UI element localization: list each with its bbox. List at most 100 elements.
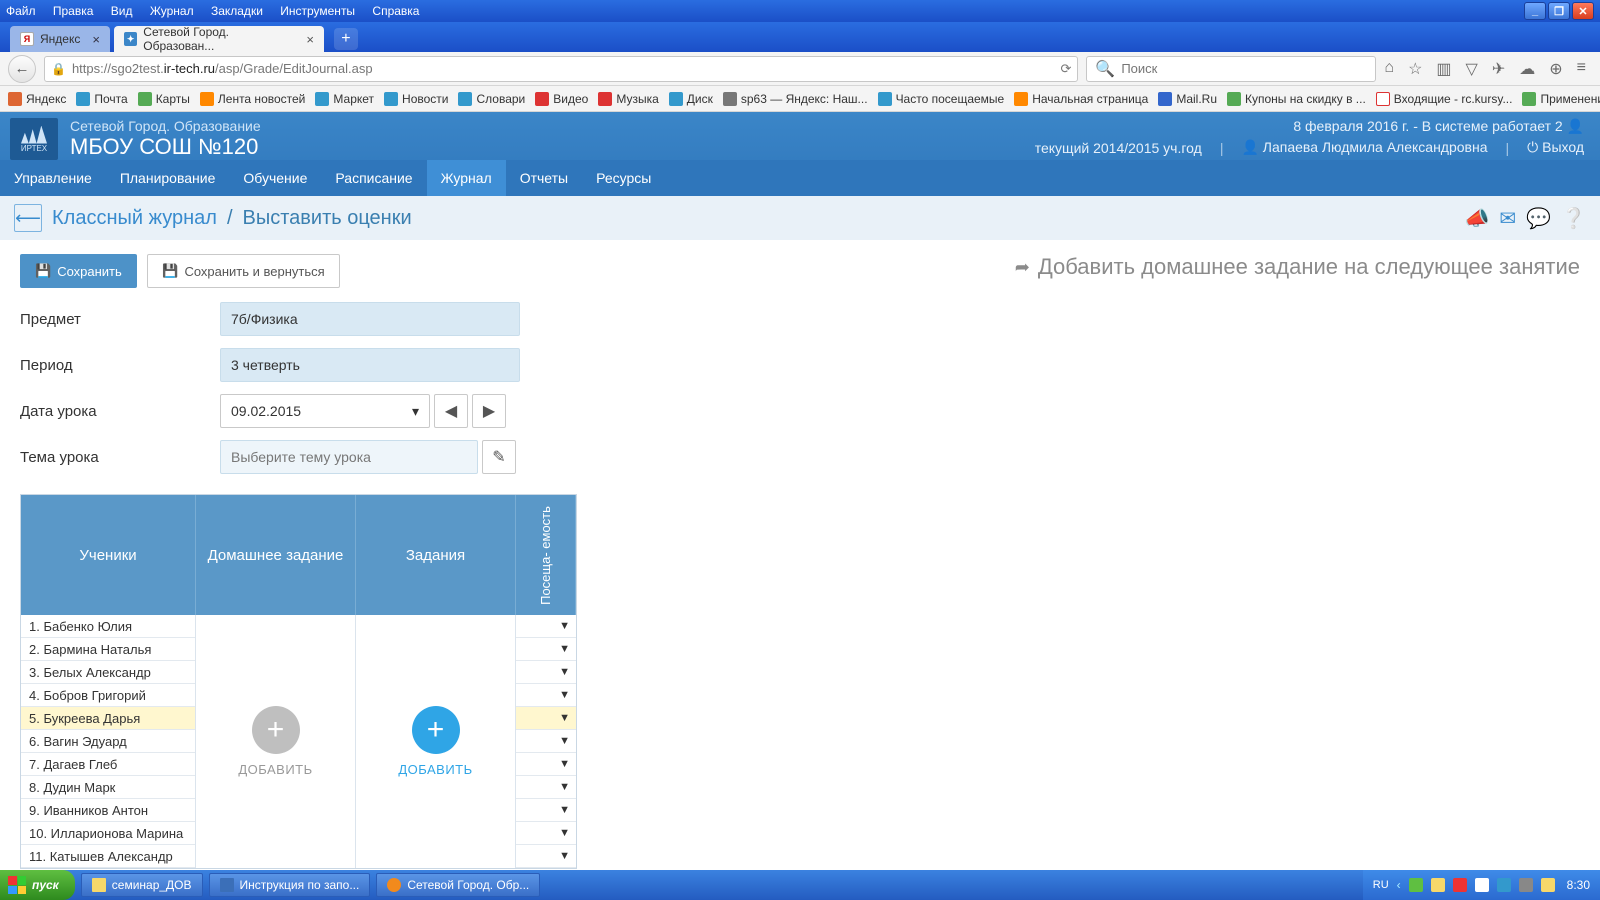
attendance-cell[interactable]: ▼ bbox=[516, 638, 576, 661]
tray-icon[interactable] bbox=[1431, 878, 1445, 892]
student-row[interactable]: 6. Вагин Эдуард bbox=[21, 730, 195, 753]
nav-schedule[interactable]: Расписание bbox=[321, 160, 426, 196]
student-row[interactable]: 9. Иванников Антон bbox=[21, 799, 195, 822]
window-minimize[interactable]: _ bbox=[1524, 2, 1546, 20]
back-button[interactable]: ⟵ bbox=[14, 204, 42, 232]
send-icon[interactable]: ✈ bbox=[1492, 59, 1505, 79]
bookmark-item[interactable]: Видео bbox=[535, 92, 588, 106]
nav-planning[interactable]: Планирование bbox=[106, 160, 230, 196]
hamburger-icon[interactable]: ≡ bbox=[1577, 59, 1586, 79]
bookmark-item[interactable]: Диск bbox=[669, 92, 713, 106]
pocket-icon[interactable]: ▽ bbox=[1466, 59, 1478, 79]
tray-icon[interactable] bbox=[1475, 878, 1489, 892]
announce-icon[interactable]: 📣 bbox=[1465, 206, 1490, 231]
attendance-cell[interactable]: ▼ bbox=[516, 799, 576, 822]
edit-theme-button[interactable]: ✎ bbox=[482, 440, 516, 474]
tray-icon[interactable] bbox=[1497, 878, 1511, 892]
nav-back-button[interactable]: ← bbox=[8, 55, 36, 83]
bookmark-item[interactable]: Входящие - rc.kursy... bbox=[1376, 92, 1513, 106]
menu-bookmarks[interactable]: Закладки bbox=[211, 4, 263, 18]
close-icon[interactable]: × bbox=[92, 32, 100, 47]
breadcrumb-parent[interactable]: Классный журнал bbox=[52, 207, 217, 230]
student-row[interactable]: 3. Белых Александр bbox=[21, 661, 195, 684]
bookmark-item[interactable]: Музыка bbox=[598, 92, 658, 106]
search-input[interactable] bbox=[1121, 61, 1367, 76]
attendance-cell[interactable]: ▼ bbox=[516, 615, 576, 638]
nav-resources[interactable]: Ресурсы bbox=[582, 160, 665, 196]
bookmark-item[interactable]: Mail.Ru bbox=[1158, 92, 1217, 106]
bookmark-item[interactable]: Новости bbox=[384, 92, 448, 106]
save-button[interactable]: 💾 Сохранить bbox=[20, 254, 137, 288]
tab-sgo[interactable]: ✦ Сетевой Город. Образован... × bbox=[114, 26, 324, 52]
bookmark-item[interactable]: Словари bbox=[458, 92, 525, 106]
help-icon[interactable]: ❔ bbox=[1561, 206, 1586, 231]
bookmark-item[interactable]: Часто посещаемые bbox=[878, 92, 1005, 106]
taskbar-item-folder[interactable]: семинар_ДОВ bbox=[81, 873, 203, 897]
user-name[interactable]: 👤 Лапаева Людмила Александровна bbox=[1241, 139, 1487, 156]
forum-icon[interactable]: 💬 bbox=[1526, 206, 1551, 231]
new-tab-button[interactable]: + bbox=[334, 28, 358, 50]
bookmark-item[interactable]: Почта bbox=[76, 92, 127, 106]
menu-tools[interactable]: Инструменты bbox=[280, 4, 355, 18]
mail-icon[interactable]: ✉ bbox=[1499, 206, 1516, 231]
bookmark-item[interactable]: Карты bbox=[138, 92, 190, 106]
student-row[interactable]: 4. Бобров Григорий bbox=[21, 684, 195, 707]
menu-view[interactable]: Вид bbox=[111, 4, 133, 18]
student-row[interactable]: 8. Дудин Марк bbox=[21, 776, 195, 799]
save-and-back-button[interactable]: 💾 Сохранить и вернуться bbox=[147, 254, 339, 288]
attendance-cell[interactable]: ▼ bbox=[516, 776, 576, 799]
home-icon[interactable]: ⌂ bbox=[1384, 59, 1394, 79]
attendance-cell[interactable]: ▼ bbox=[516, 707, 576, 730]
attendance-cell[interactable]: ▼ bbox=[516, 661, 576, 684]
reload-icon[interactable]: ⟳ bbox=[1060, 61, 1071, 77]
bookmark-item[interactable]: Яндекс bbox=[8, 92, 66, 106]
student-row[interactable]: 10. Илларионова Марина bbox=[21, 822, 195, 845]
menu-file[interactable]: Файл bbox=[6, 4, 36, 18]
close-icon[interactable]: × bbox=[306, 32, 314, 47]
tray-icon[interactable] bbox=[1409, 878, 1423, 892]
clock[interactable]: 8:30 bbox=[1567, 878, 1590, 892]
theme-field[interactable]: Выберите тему урока bbox=[220, 440, 478, 474]
url-box[interactable]: 🔒 https://sgo2test.ir-tech.ru/asp/Grade/… bbox=[44, 56, 1078, 82]
language-indicator[interactable]: RU bbox=[1373, 879, 1389, 891]
attendance-cell[interactable]: ▼ bbox=[516, 822, 576, 845]
nav-reports[interactable]: Отчеты bbox=[506, 160, 582, 196]
prev-date-button[interactable]: ◀ bbox=[434, 394, 468, 428]
tray-icon[interactable] bbox=[1519, 878, 1533, 892]
menu-history[interactable]: Журнал bbox=[150, 4, 194, 18]
favorite-icon[interactable]: ☆ bbox=[1408, 59, 1422, 79]
menu-help[interactable]: Справка bbox=[372, 4, 419, 18]
attendance-cell[interactable]: ▼ bbox=[516, 730, 576, 753]
add-homework-column[interactable]: + ДОБАВИТЬ bbox=[196, 615, 356, 868]
add-homework-link[interactable]: ➦ Добавить домашнее задание на следующее… bbox=[1015, 254, 1580, 280]
search-box[interactable]: 🔍 bbox=[1086, 56, 1376, 82]
tray-icon[interactable] bbox=[1541, 878, 1555, 892]
taskbar-item-word[interactable]: Инструкция по запо... bbox=[209, 873, 371, 897]
add-task-column[interactable]: + ДОБАВИТЬ bbox=[356, 615, 516, 868]
bookmark-item[interactable]: Лента новостей bbox=[200, 92, 306, 106]
nav-journal[interactable]: Журнал bbox=[427, 160, 506, 196]
nav-teaching[interactable]: Обучение bbox=[229, 160, 321, 196]
next-date-button[interactable]: ▶ bbox=[472, 394, 506, 428]
start-button[interactable]: пуск bbox=[0, 870, 75, 900]
bookmark-item[interactable]: Начальная страница bbox=[1014, 92, 1148, 106]
menu-edit[interactable]: Правка bbox=[53, 4, 94, 18]
student-row[interactable]: 5. Букреева Дарья bbox=[21, 707, 195, 730]
taskbar-item-firefox[interactable]: Сетевой Город. Обр... bbox=[376, 873, 540, 897]
student-row[interactable]: 11. Катышев Александр bbox=[21, 845, 195, 868]
student-row[interactable]: 1. Бабенко Юлия bbox=[21, 615, 195, 638]
chat-icon[interactable]: ☁ bbox=[1519, 59, 1535, 79]
attendance-cell[interactable]: ▼ bbox=[516, 684, 576, 707]
addon-icon[interactable]: ⊕ bbox=[1549, 59, 1562, 79]
nav-management[interactable]: Управление bbox=[0, 160, 106, 196]
date-select[interactable]: 09.02.2015▾ bbox=[220, 394, 430, 428]
bookmark-item[interactable]: Маркет bbox=[315, 92, 374, 106]
attendance-cell[interactable]: ▼ bbox=[516, 753, 576, 776]
window-close[interactable]: ✕ bbox=[1572, 2, 1594, 20]
library-icon[interactable]: ▥ bbox=[1436, 59, 1451, 79]
logout-link[interactable]: ⏻ Выход bbox=[1527, 139, 1584, 156]
student-row[interactable]: 7. Дагаев Глеб bbox=[21, 753, 195, 776]
bookmark-item[interactable]: Купоны на скидку в ... bbox=[1227, 92, 1366, 106]
student-row[interactable]: 2. Бармина Наталья bbox=[21, 638, 195, 661]
bookmark-item[interactable]: Применение Excel bbox=[1522, 92, 1600, 106]
